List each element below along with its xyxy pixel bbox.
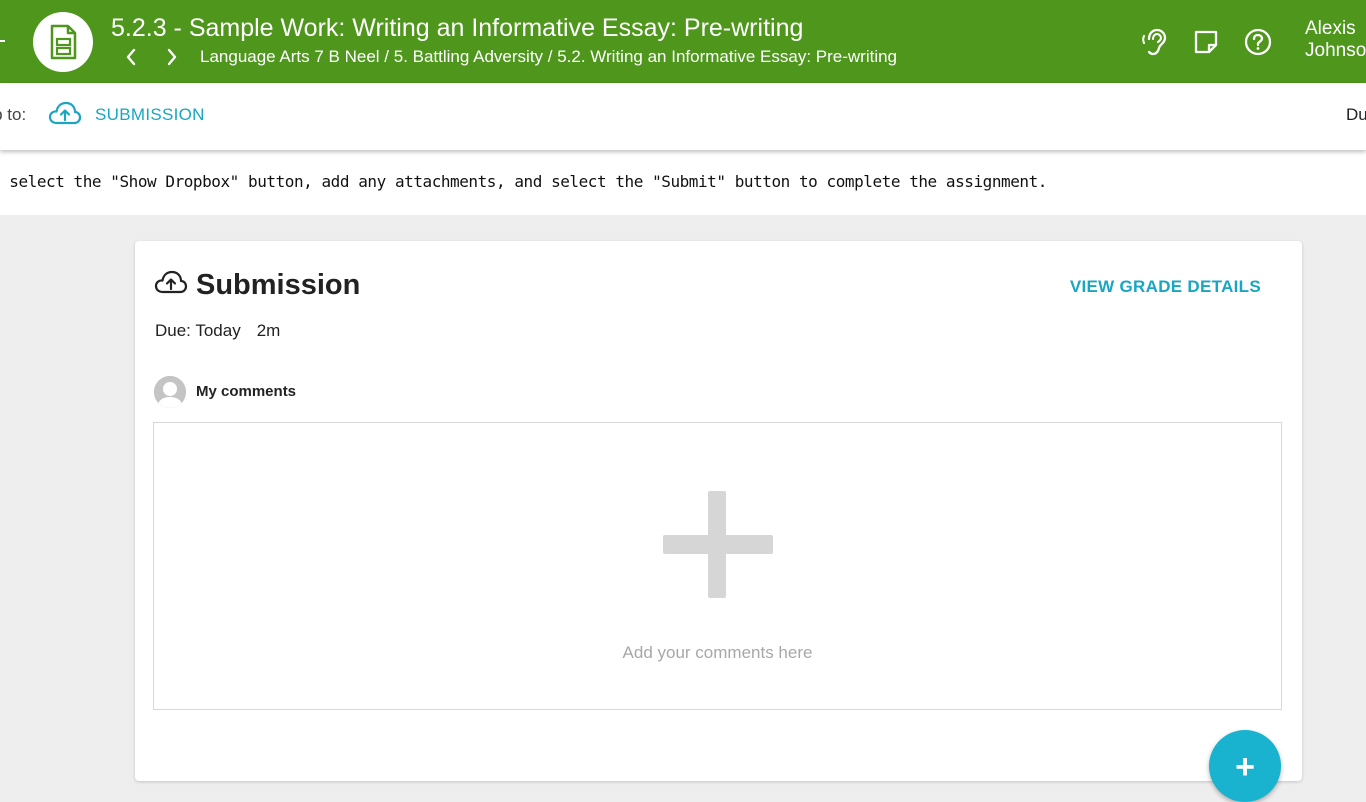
- my-comments-label: My comments: [196, 383, 297, 400]
- cloud-upload-icon: [154, 269, 188, 300]
- help-icon[interactable]: [1243, 26, 1273, 58]
- avatar: [154, 376, 186, 408]
- due-date-text: Due: Today: [155, 321, 241, 340]
- instructions-text: Please select the "Show Dropbox" button,…: [0, 172, 1047, 191]
- submission-card: Submission VIEW GRADE DETAILS Due: Today…: [135, 241, 1302, 781]
- ear-icon[interactable]: [1140, 26, 1170, 58]
- top-header: 5.2.3 - Sample Work: Writing an Informat…: [0, 0, 1366, 83]
- view-grade-details-link[interactable]: VIEW GRADE DETAILS: [1070, 277, 1261, 297]
- user-name[interactable]: Alexis Johnson: [1305, 18, 1366, 62]
- previous-arrow-icon[interactable]: [120, 45, 142, 69]
- next-arrow-icon[interactable]: [161, 45, 183, 69]
- add-comment-area[interactable]: Add your comments here: [153, 422, 1282, 710]
- user-last-name: Johnson: [1305, 40, 1366, 61]
- jump-to-label: Jump to:: [0, 105, 27, 124]
- due-date: Due: Today 2m: [155, 321, 280, 341]
- user-first-name: Alexis: [1305, 18, 1356, 39]
- submission-heading: Submission: [196, 269, 361, 301]
- jump-to-bar: Jump to: SUBMISSION Due: [0, 83, 1366, 150]
- cloud-upload-icon[interactable]: [48, 100, 82, 131]
- add-comment-plus-icon-bar: [663, 535, 773, 554]
- instructions-panel: Please select the "Show Dropbox" button,…: [0, 150, 1366, 215]
- due-time-remaining: 2m: [256, 321, 281, 340]
- breadcrumb[interactable]: Language Arts 7 B Neel / 5. Battling Adv…: [200, 46, 897, 68]
- assignment-icon: [33, 12, 93, 72]
- jump-to-submission-link[interactable]: SUBMISSION: [95, 105, 205, 125]
- due-indicator: Due: [1346, 105, 1366, 124]
- comment-placeholder: Add your comments here: [622, 643, 813, 662]
- fab-plus-label: +: [1235, 748, 1255, 786]
- menu-icon[interactable]: [0, 40, 5, 42]
- page-title: 5.2.3 - Sample Work: Writing an Informat…: [111, 14, 804, 42]
- sticky-note-icon[interactable]: [1191, 26, 1221, 58]
- add-fab-button[interactable]: +: [1209, 730, 1281, 802]
